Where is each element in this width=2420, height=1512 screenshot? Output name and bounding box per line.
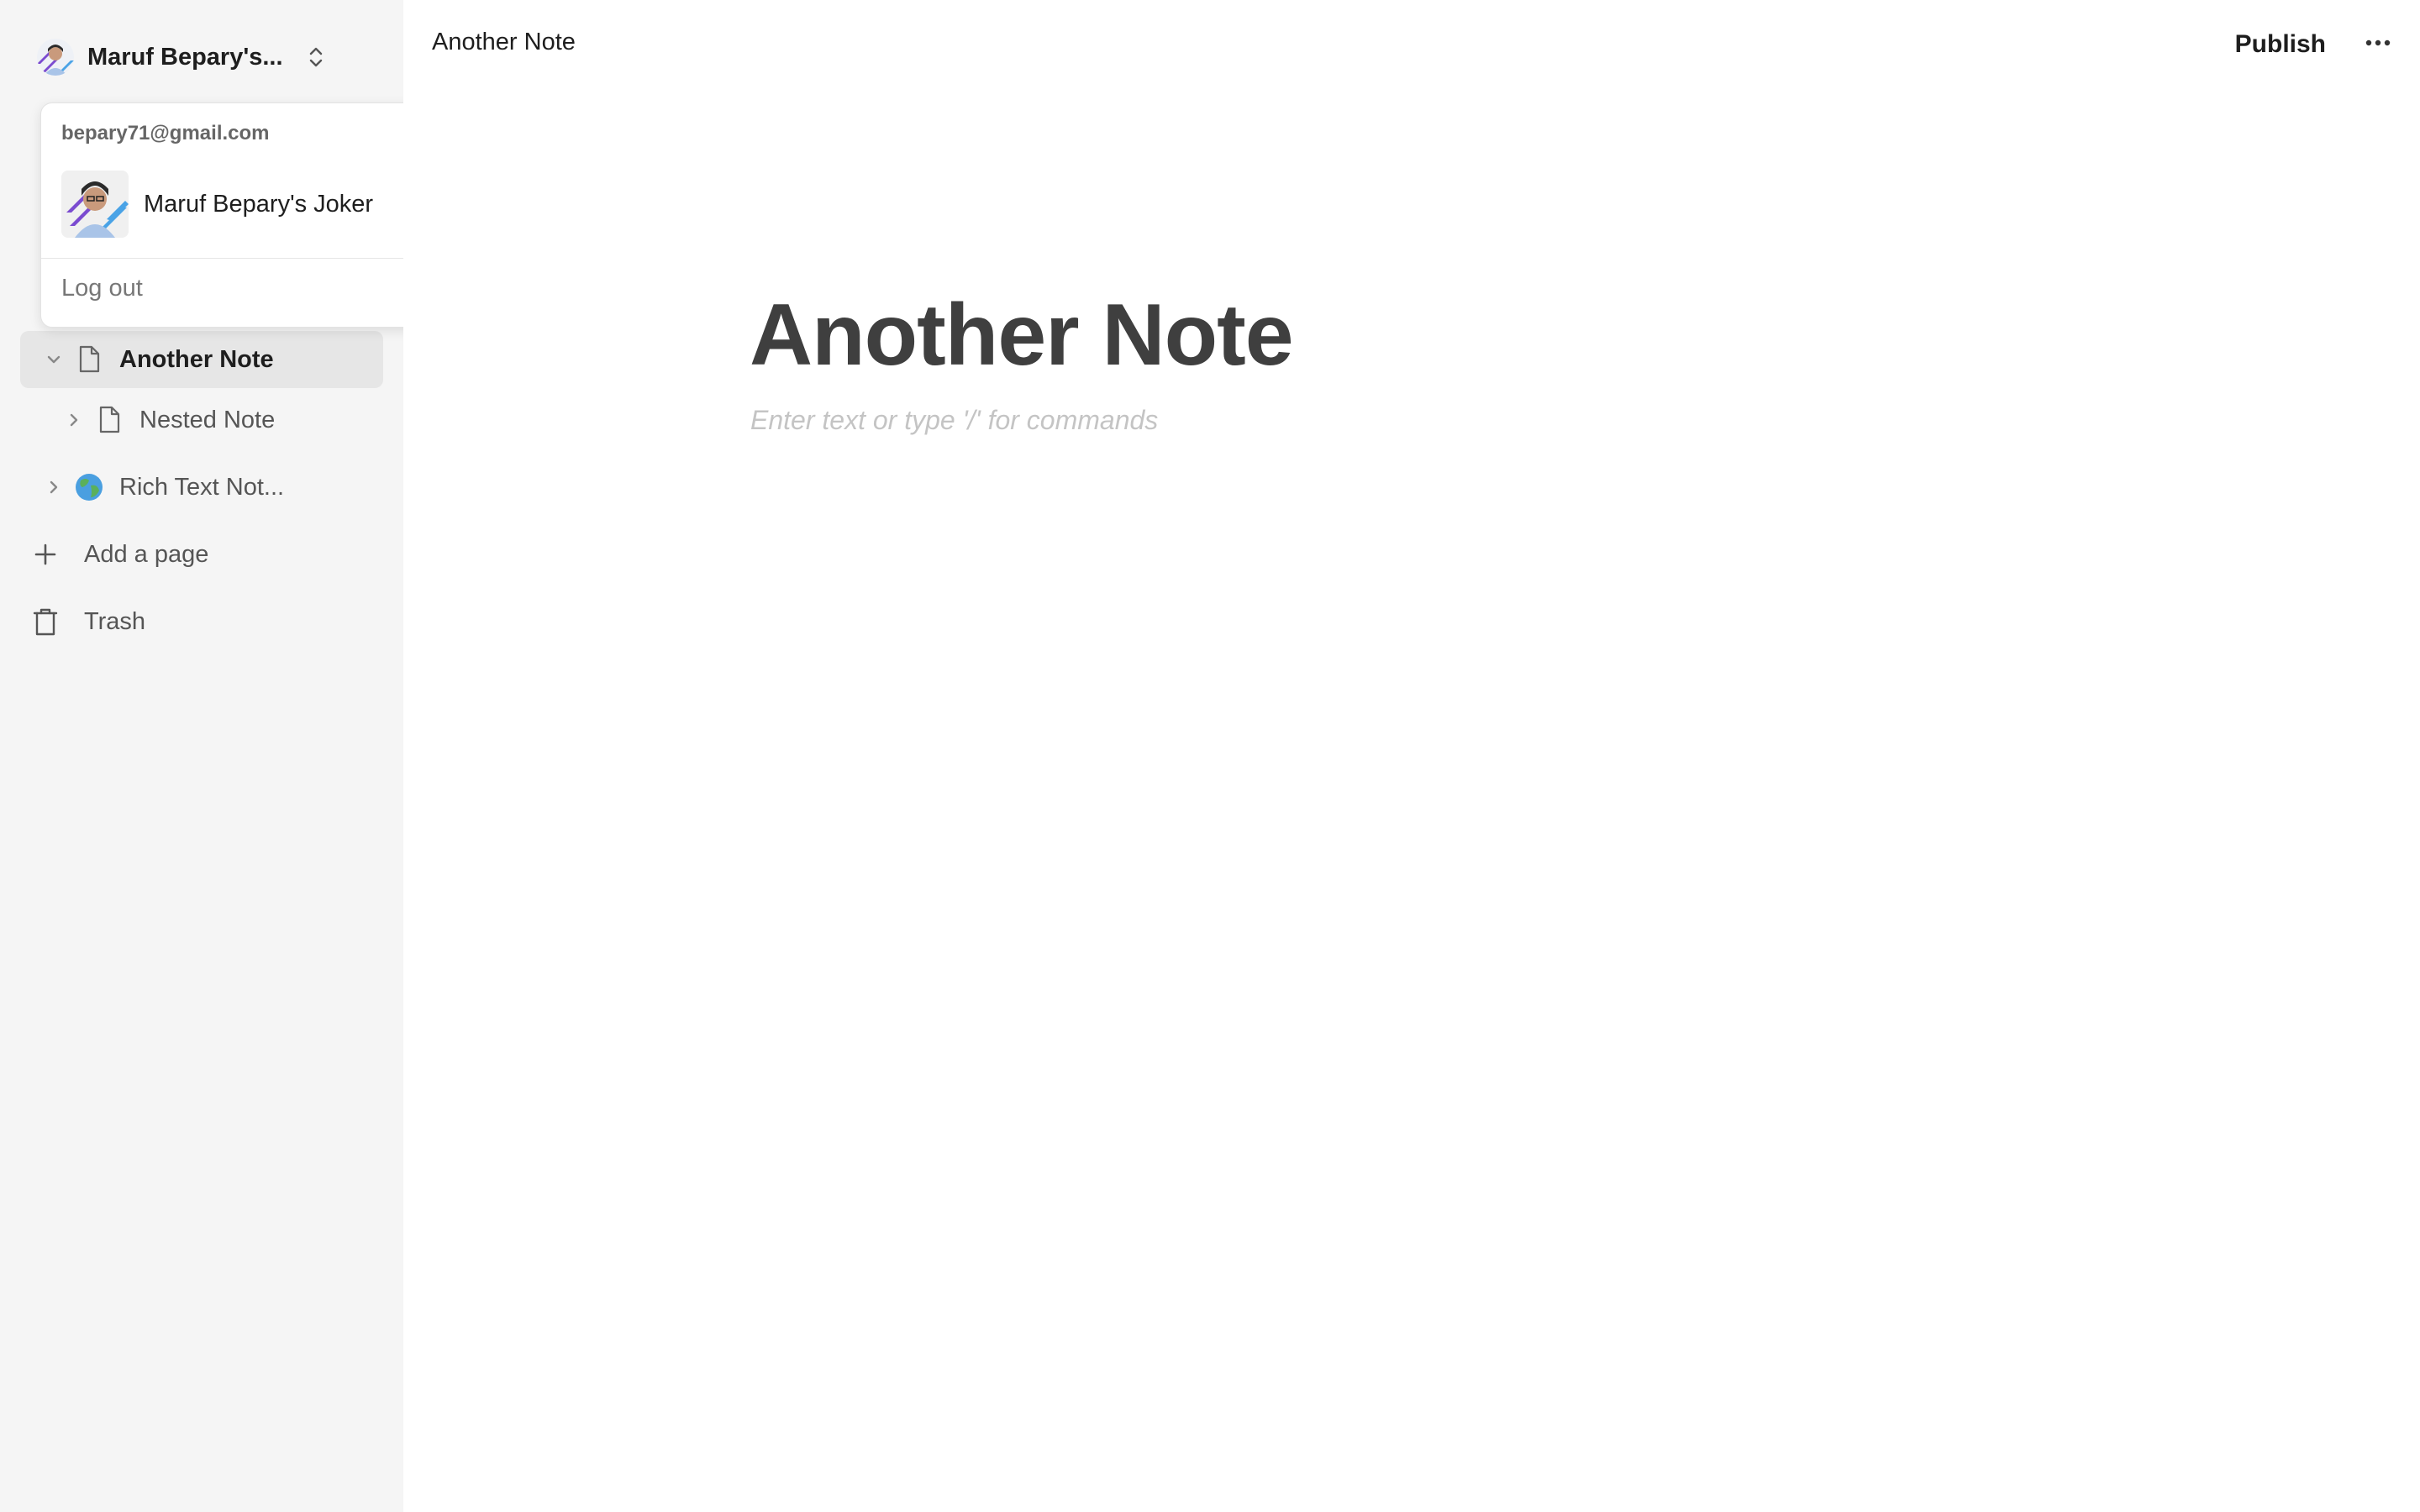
trash-button[interactable]: Trash — [30, 595, 145, 648]
workspace-name: Maruf Bepary's... — [87, 43, 283, 71]
file-icon — [94, 405, 124, 435]
chevrons-up-down-icon — [302, 44, 329, 71]
file-icon — [74, 344, 104, 375]
main-content: Another Note Publish Another Note Enter … — [403, 0, 2420, 1512]
breadcrumb[interactable]: Another Note — [432, 29, 576, 56]
publish-button[interactable]: Publish — [2225, 25, 2336, 64]
account-name: Maruf Bepary's Joker — [144, 190, 374, 218]
chevron-right-icon[interactable] — [42, 475, 66, 499]
chevron-down-icon[interactable] — [42, 348, 66, 371]
plus-icon — [30, 539, 60, 570]
sidebar-item-label: Rich Text Not... — [119, 473, 285, 501]
editor-placeholder[interactable]: Enter text or type '/' for commands — [750, 405, 1158, 436]
logout-button[interactable]: Log out — [61, 275, 143, 302]
sidebar-item-nested-note[interactable]: Nested Note — [40, 391, 383, 449]
sidebar-item-label: Nested Note — [139, 406, 276, 433]
add-page-button[interactable]: Add a page — [30, 528, 208, 581]
workspace-switcher[interactable]: Maruf Bepary's... — [30, 30, 343, 84]
sidebar-item-another-note[interactable]: Another Note — [20, 331, 383, 388]
more-horizontal-icon[interactable] — [2353, 24, 2403, 62]
avatar — [61, 171, 129, 238]
trash-label: Trash — [84, 607, 146, 635]
chevron-right-icon[interactable] — [62, 408, 86, 432]
page-title[interactable]: Another Note — [750, 286, 1294, 386]
sidebar-item-rich-text-note[interactable]: Rich Text Not... — [20, 459, 383, 516]
globe-emoji-icon — [74, 472, 104, 502]
account-email: bepary71@gmail.com — [61, 122, 270, 144]
trash-icon — [30, 606, 60, 637]
user-avatar — [37, 39, 74, 76]
sidebar-item-label: Another Note — [119, 345, 274, 373]
add-page-label: Add a page — [84, 540, 209, 568]
